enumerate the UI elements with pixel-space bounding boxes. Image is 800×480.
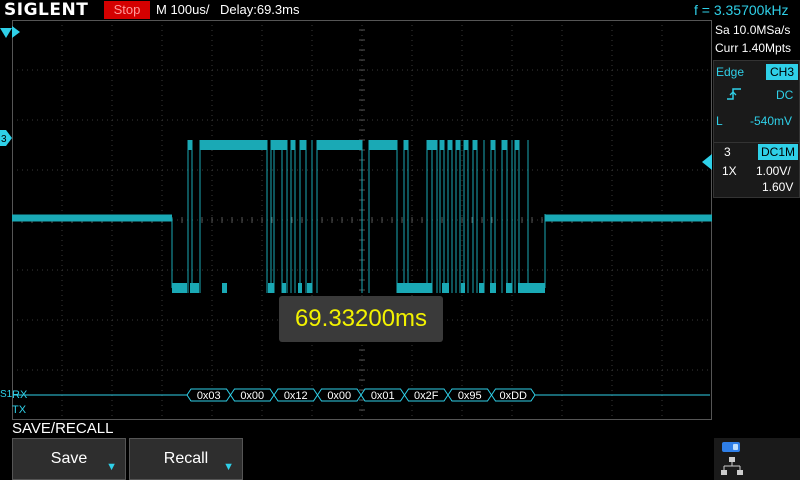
- vertical-scale: 1.00V/: [756, 164, 791, 178]
- decode-s1-marker[interactable]: S1: [0, 386, 14, 400]
- channel-coupling: DC1M: [758, 144, 798, 160]
- recall-button[interactable]: Recall ▼: [129, 438, 243, 480]
- decode-byte: 0x95: [458, 390, 482, 402]
- memory-depth: Curr 1.40Mpts: [715, 41, 792, 55]
- decode-byte: 0xDD: [499, 390, 527, 402]
- vertical-offset: 1.60V: [762, 180, 794, 194]
- decode-s1-label: S1: [0, 389, 13, 400]
- probe-attenuation: 1X: [722, 164, 737, 178]
- channel-number: 3: [724, 145, 731, 159]
- trigger-coupling: DC: [776, 88, 794, 102]
- waveform-svg: RX TX 0x03 0x00 0x12 0x00 0x01 0x2F 0x95 0xDD: [12, 20, 712, 420]
- decode-byte: 0x2F: [414, 390, 439, 402]
- delay-readout-top[interactable]: Delay:69.3ms: [220, 2, 299, 18]
- trigger-type: Edge: [716, 65, 745, 79]
- decode-tx-label: TX: [12, 404, 27, 416]
- channel3-marker-label: 3: [1, 134, 7, 145]
- waveform-display[interactable]: RX TX 0x03 0x00 0x12 0x00 0x01 0x2F 0x95 0xDD: [12, 20, 712, 420]
- run-stop-indicator[interactable]: Stop: [104, 1, 150, 19]
- trigger-position-icon[interactable]: [12, 26, 20, 38]
- decode-byte: 0x12: [284, 390, 308, 402]
- recall-button-label: Recall: [163, 450, 209, 467]
- chevron-down-icon: ▼: [223, 461, 234, 473]
- trigger-level: -540mV: [750, 114, 793, 128]
- timebase-readout[interactable]: M 100us/: [156, 2, 209, 18]
- brand-logo: SIGLENT: [4, 0, 89, 20]
- status-bar: SIGLENT Stop M 100us/ Delay:69.3ms f = 3…: [0, 0, 800, 20]
- trigger-level-arrow-icon: [0, 28, 12, 38]
- decode-bus: RX TX 0x03 0x00 0x12 0x00 0x01 0x2F 0x95 0xDD: [12, 388, 710, 416]
- status-icons: [714, 438, 800, 480]
- sample-rate: Sa 10.0MSa/s: [715, 23, 791, 37]
- lan-icon: [721, 457, 743, 475]
- trigger-source: CH3: [766, 64, 798, 80]
- right-info-panel: Sa 10.0MSa/s Curr 1.40Mpts Edge CH3 DC L…: [702, 20, 800, 480]
- save-button-label: Save: [50, 450, 88, 467]
- trigger-level-label: L: [716, 114, 723, 128]
- decode-byte: 0x01: [371, 390, 395, 402]
- usb-icon: [722, 442, 740, 452]
- menu-title: SAVE/RECALL: [12, 420, 114, 437]
- frequency-counter: f = 3.35700kHz: [694, 2, 789, 18]
- delay-measurement-popup: 69.33200ms: [279, 296, 443, 342]
- decode-byte: 0x00: [240, 390, 264, 402]
- channel3-info-box[interactable]: 3 DC1M 1X 1.00V/ 1.60V: [713, 142, 800, 198]
- decode-rx-label: RX: [12, 389, 28, 401]
- save-button[interactable]: Save ▼: [12, 438, 126, 480]
- channel3-marker[interactable]: 3: [0, 130, 12, 146]
- channel-indicator-arrow-icon: [702, 154, 712, 170]
- chevron-down-icon: ▼: [106, 461, 117, 473]
- decode-byte: 0x00: [327, 390, 351, 402]
- decode-byte: 0x03: [197, 390, 221, 402]
- rising-edge-icon: [727, 88, 741, 100]
